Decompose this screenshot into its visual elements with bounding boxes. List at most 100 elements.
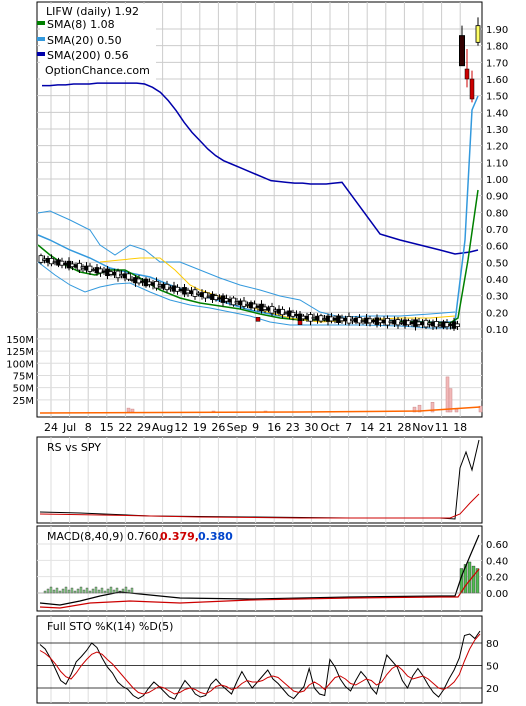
price-tick-label: 1.90	[486, 25, 508, 36]
macd-histogram-bar	[79, 586, 83, 594]
red-candle-body	[297, 320, 303, 325]
price-tick-label: 0.20	[486, 308, 508, 319]
price-tick-label: 1.80	[486, 42, 508, 53]
price-tick-label: 0.90	[486, 192, 508, 203]
macd-histogram-bar	[64, 586, 68, 594]
macd-histogram-bar	[130, 587, 134, 594]
macd-histogram-bar	[91, 588, 95, 594]
x-tick-label: 9	[252, 421, 259, 434]
macd-histogram-bar	[52, 589, 56, 594]
x-tick-label: Oct	[320, 421, 340, 434]
volume-bar	[454, 408, 459, 413]
price-tick-label: 1.10	[486, 158, 508, 169]
volume-bar	[445, 376, 450, 413]
legend-swatch-sma200	[37, 52, 45, 56]
macd-histogram-bar	[49, 586, 53, 594]
price-tick-label: 1.00	[486, 175, 508, 186]
price-tick-label: 0.10	[486, 325, 508, 336]
candle-body	[469, 78, 475, 100]
sto-tick-label: 20	[486, 684, 499, 695]
legend-sma8: SMA(8) 1.08	[47, 18, 115, 31]
candle-body	[475, 25, 481, 43]
sto-tick-label: 50	[486, 662, 499, 673]
legend-sma200: SMA(200) 0.56	[47, 49, 129, 62]
x-tick-label: 26	[211, 421, 225, 434]
macd-histogram-bar	[46, 588, 50, 594]
x-tick-label: 19	[193, 421, 207, 434]
x-tick-label: 28	[397, 421, 411, 434]
x-tick-label: 29	[137, 421, 151, 434]
red-candle-body	[255, 317, 261, 322]
macd-title: MACD(8,40,9) 0.760,	[47, 530, 162, 543]
x-tick-label: 7	[345, 421, 352, 434]
stock-chart: 24 Jul 8 15 22 29 Aug 12 19 26 Sep 9 16 23 30 Oct 7 14 21 2…	[6, 1, 508, 704]
legend-swatch-sma8	[37, 21, 45, 25]
x-tick-label: 21	[379, 421, 393, 434]
macd-histogram-bar	[97, 589, 101, 594]
price-tick-label: 0.30	[486, 292, 508, 303]
x-tick-label: 8	[85, 421, 92, 434]
candle-body	[126, 273, 131, 280]
price-tick-label: 1.20	[486, 142, 508, 153]
price-tick-label: 0.40	[486, 275, 508, 286]
price-tick-label: 1.70	[486, 58, 508, 69]
price-tick-label: 0.60	[486, 242, 508, 253]
macd-histogram-bar	[82, 589, 86, 594]
legend-sma20: SMA(20) 0.50	[47, 34, 122, 47]
macd-histogram-bar	[467, 561, 472, 594]
x-tick-label: Aug	[152, 421, 173, 434]
macd-histogram-bar	[100, 587, 104, 594]
volume-tick-label: 75M	[13, 371, 34, 382]
x-tick-label: 16	[267, 421, 281, 434]
macd-tick-label: 0.60	[486, 540, 508, 551]
macd-histogram-bar	[61, 588, 65, 594]
volume-bar	[126, 407, 131, 413]
macd-histogram-bar	[471, 565, 476, 594]
watermark: OptionChance.com	[45, 64, 150, 77]
macd-histogram-bar	[67, 589, 71, 594]
macd-histogram-bar	[94, 586, 98, 594]
x-tick-label: 14	[360, 421, 374, 434]
sto-tick-label: 80	[486, 639, 499, 650]
x-tick-label: Jul	[62, 421, 76, 434]
price-tick-label: 1.30	[486, 125, 508, 136]
macd-histogram-bar	[109, 586, 113, 594]
macd-label: 0.379,	[160, 530, 199, 543]
price-tick-label: 1.50	[486, 92, 508, 103]
signal-label: 0.380	[198, 530, 233, 543]
candle-body	[455, 323, 460, 327]
x-tick-label: 30	[304, 421, 318, 434]
rs-title: RS vs SPY	[47, 441, 101, 454]
chart-title: LIFW (daily) 1.92	[46, 5, 139, 18]
volume-tick-label: 125M	[6, 347, 34, 358]
x-tick-label: 23	[286, 421, 300, 434]
volume-tick-label: 100M	[6, 359, 34, 370]
macd-histogram-bar	[76, 588, 80, 594]
x-tick-label: 22	[118, 421, 132, 434]
macd-histogram-bar	[55, 587, 59, 594]
candle-body	[464, 68, 470, 80]
price-tick-label: 0.50	[486, 258, 508, 269]
volume-tick-label: 25M	[13, 396, 34, 407]
legend-swatch-sma20	[37, 37, 45, 41]
macd-histogram-bar	[70, 587, 74, 594]
x-tick-label: 15	[100, 421, 114, 434]
sto-title: Full STO %K(14) %D(5)	[47, 620, 173, 633]
x-tick-label: 18	[453, 421, 467, 434]
rs-panel	[36, 436, 483, 524]
volume-tick-label: 150M	[6, 335, 34, 346]
price-tick-label: 0.70	[486, 225, 508, 236]
volume-tick-label: 50M	[13, 384, 34, 395]
x-tick-label: Nov	[412, 421, 434, 434]
x-tick-label: 24	[44, 421, 58, 434]
macd-tick-label: 0.20	[486, 573, 508, 584]
volume-bar	[130, 408, 135, 413]
x-tick-label: Sep	[227, 421, 248, 434]
macd-histogram-bar	[85, 587, 89, 594]
price-tick-label: 1.60	[486, 75, 508, 86]
candle-body	[459, 35, 465, 67]
price-tick-label: 0.80	[486, 208, 508, 219]
macd-histogram-bar	[106, 588, 110, 594]
x-tick-label: 12	[174, 421, 188, 434]
price-tick-label: 1.40	[486, 108, 508, 119]
